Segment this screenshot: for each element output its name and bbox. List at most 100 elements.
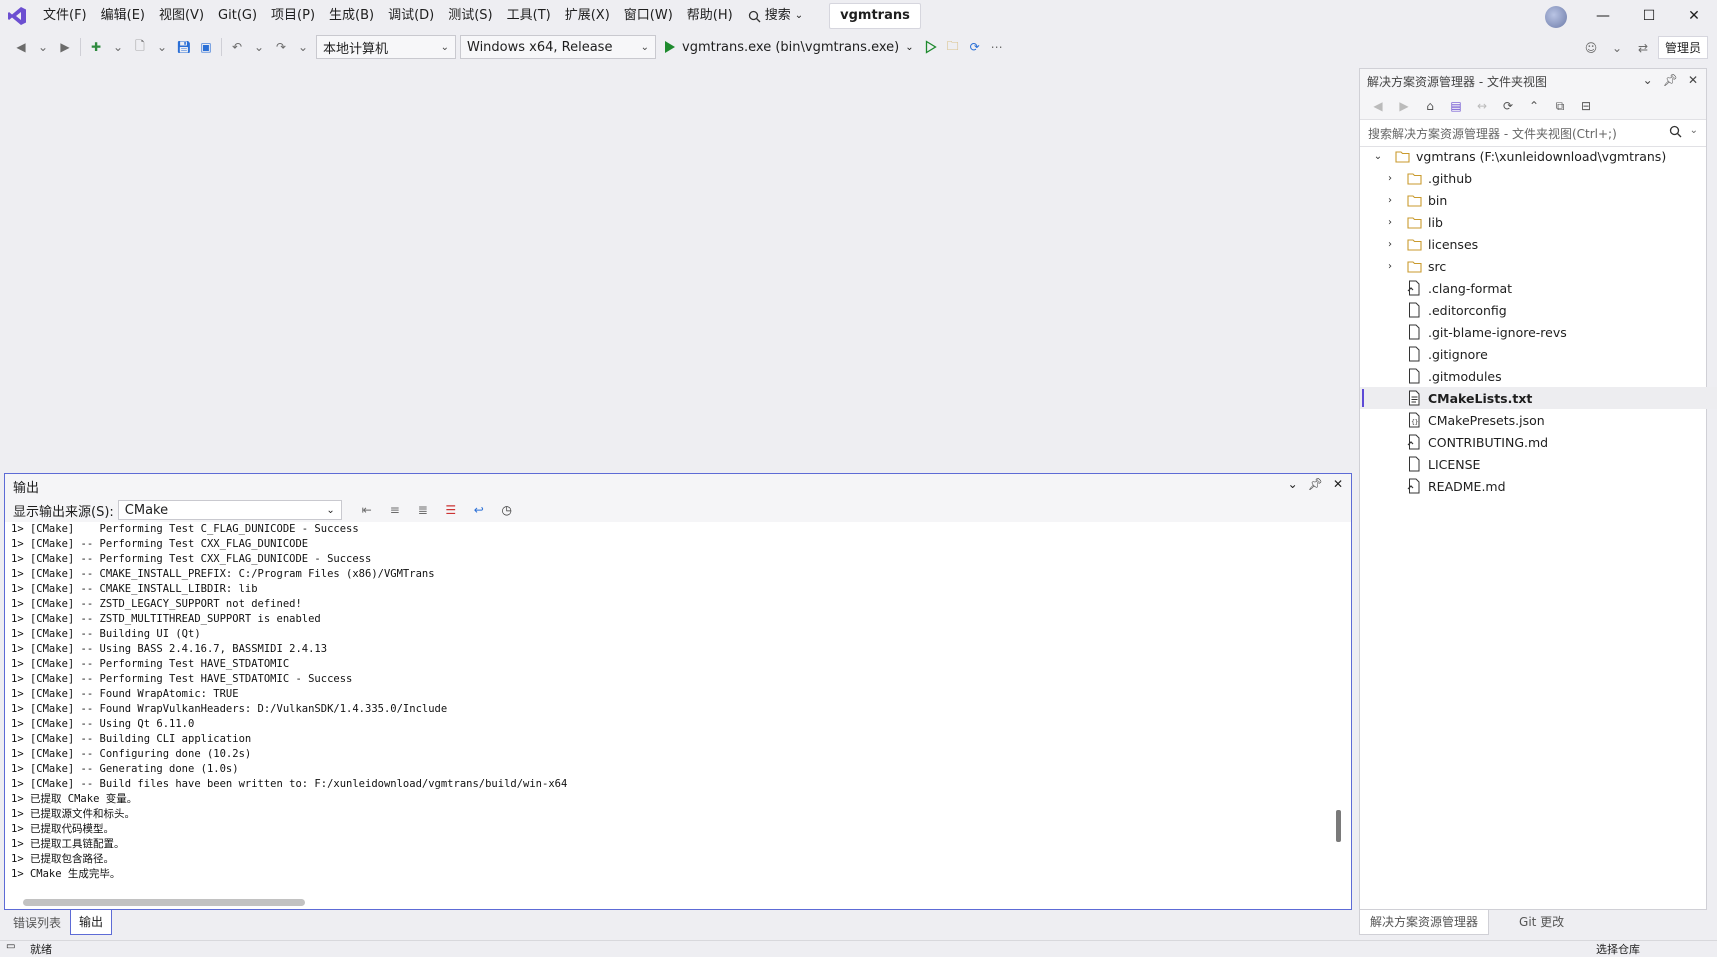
menu-item[interactable]: 视图(V) <box>152 3 211 29</box>
tree-folder[interactable]: › licenses <box>1360 233 1717 255</box>
word-wrap-icon[interactable]: ↩ <box>468 499 490 521</box>
new-project-dropdown[interactable]: ⌄ <box>107 36 129 58</box>
chevron-down-icon[interactable]: ⌄ <box>1690 125 1698 141</box>
previous-message-icon[interactable]: ≡ <box>384 499 406 521</box>
start-debugging-button[interactable]: vgmtrans.exe (bin\vgmtrans.exe) ⌄ <box>658 35 920 59</box>
close-icon[interactable]: ✕ <box>1333 477 1343 491</box>
chevron-right-icon[interactable]: › <box>1384 239 1396 250</box>
tab-git-changes[interactable]: Git 更改 <box>1489 910 1574 934</box>
new-project-button[interactable]: ✚ <box>85 36 107 58</box>
menu-item[interactable]: Git(G) <box>211 3 264 29</box>
tab-output[interactable]: 输出 <box>70 910 113 935</box>
horizontal-scrollbar[interactable] <box>23 899 305 906</box>
close-window-button[interactable]: ✕ <box>1671 0 1717 32</box>
navigate-forward-button[interactable]: ▶ <box>54 36 76 58</box>
chevron-right-icon[interactable]: › <box>1384 195 1396 206</box>
find-message-in-code-icon[interactable]: ⇤ <box>356 499 378 521</box>
menu-item[interactable]: 项目(P) <box>264 3 322 29</box>
menu-item[interactable]: 窗口(W) <box>617 3 680 29</box>
tree-file[interactable]: .gitignore <box>1360 343 1717 365</box>
start-without-debugging-button[interactable] <box>920 36 942 58</box>
output-line: 1> [CMake] -- Using BASS 2.4.16.7, BASSM… <box>11 643 328 655</box>
properties-icon[interactable]: ⊟ <box>1574 95 1598 117</box>
tree-folder[interactable]: › src <box>1360 255 1717 277</box>
tree-folder[interactable]: › bin <box>1360 189 1717 211</box>
menu-item[interactable]: 生成(B) <box>322 3 381 29</box>
output-text[interactable]: 1> [CMake] Performing Test C_FLAG_DUNICO… <box>11 522 1331 902</box>
menu-item[interactable]: 扩展(X) <box>558 3 617 29</box>
menu-item[interactable]: 测试(S) <box>441 3 499 29</box>
menu-item[interactable]: 帮助(H) <box>680 3 740 29</box>
forward-icon[interactable]: ▶ <box>1392 95 1416 117</box>
menu-item[interactable]: 调试(D) <box>381 3 441 29</box>
search-menu[interactable]: 搜索 ⌄ <box>740 3 811 29</box>
tree-file[interactable]: CMakeLists.txt <box>1360 387 1717 409</box>
timestamp-icon[interactable]: ◷ <box>496 499 518 521</box>
target-machine-select[interactable]: 本地计算机 ⌄ <box>316 35 456 59</box>
output-source-select[interactable]: CMake ⌄ <box>117 500 342 520</box>
tree-item-label: lib <box>1428 214 1443 230</box>
save-all-button[interactable]: ▣ <box>195 36 217 58</box>
open-file-dropdown[interactable]: ⌄ <box>151 36 173 58</box>
close-icon[interactable]: ✕ <box>1688 73 1698 87</box>
tree-file[interactable]: .clang-format <box>1360 277 1717 299</box>
window-position-dropdown-icon[interactable]: ⌄ <box>1288 477 1298 491</box>
configuration-value: Windows x64, Release <box>467 39 613 55</box>
tree-file[interactable]: README.md <box>1360 475 1717 497</box>
sync-icon[interactable]: ↔ <box>1470 95 1494 117</box>
output-line: 1> CMake 生成完毕。 <box>11 868 121 880</box>
menu-item[interactable]: 编辑(E) <box>94 3 152 29</box>
menu-item[interactable]: 文件(F) <box>36 3 94 29</box>
tab-error-list[interactable]: 错误列表 <box>4 910 70 936</box>
copilot-dropdown[interactable]: ⌄ <box>1606 37 1628 59</box>
copilot-button[interactable]: ☺ <box>1580 37 1602 59</box>
save-button[interactable]: 💾︎ <box>173 36 195 58</box>
live-share-button[interactable]: ⇄ <box>1632 37 1654 59</box>
output-line: 1> [CMake] -- Performing Test CXX_FLAG_D… <box>11 553 372 565</box>
open-folder-button[interactable]: 🗀 <box>942 36 964 58</box>
menu-item[interactable]: 工具(T) <box>500 3 558 29</box>
redo-dropdown[interactable]: ⌄ <box>292 36 314 58</box>
open-file-button[interactable]: 🗋 <box>129 36 151 58</box>
tree-root-folder[interactable]: ⌄ vgmtrans (F:\xunleidownload\vgmtrans) <box>1360 145 1717 167</box>
clear-all-icon[interactable]: ☰ <box>440 499 462 521</box>
pin-icon[interactable]: 📌︎ <box>1308 477 1323 491</box>
more-toolbar-button[interactable]: ⋯ <box>986 36 1008 58</box>
refresh-icon[interactable]: ⟳ <box>1496 95 1520 117</box>
tree-folder[interactable]: › .github <box>1360 167 1717 189</box>
select-repository-button[interactable]: 选择仓库 <box>1596 941 1640 957</box>
maximize-button[interactable]: ☐ <box>1626 0 1672 32</box>
collapse-all-icon[interactable]: ⌃ <box>1522 95 1546 117</box>
tree-folder[interactable]: › lib <box>1360 211 1717 233</box>
chevron-right-icon[interactable]: › <box>1384 261 1396 272</box>
tree-file[interactable]: .gitmodules <box>1360 365 1717 387</box>
tree-file[interactable]: {} CMakePresets.json <box>1360 409 1717 431</box>
hot-reload-button[interactable]: ⟳ <box>964 36 986 58</box>
tree-file[interactable]: LICENSE <box>1360 453 1717 475</box>
vertical-scrollbar[interactable] <box>1336 810 1341 842</box>
home-icon[interactable]: ⌂ <box>1418 95 1442 117</box>
tree-file[interactable]: CONTRIBUTING.md <box>1360 431 1717 453</box>
configuration-select[interactable]: Windows x64, Release ⌄ <box>460 35 656 59</box>
chevron-right-icon[interactable]: › <box>1384 173 1396 184</box>
show-all-files-icon[interactable]: ⧉ <box>1548 95 1572 117</box>
chevron-right-icon[interactable]: › <box>1384 217 1396 228</box>
navigate-back-button[interactable]: ◀ <box>10 36 32 58</box>
chevron-down-icon[interactable]: ⌄ <box>1372 151 1384 162</box>
solution-explorer-search[interactable]: 搜索解决方案资源管理器 - 文件夹视图(Ctrl+;) ⌄ <box>1360 119 1706 147</box>
back-icon[interactable]: ◀ <box>1366 95 1390 117</box>
undo-dropdown[interactable]: ⌄ <box>248 36 270 58</box>
switch-views-icon[interactable]: ▤ <box>1444 95 1468 117</box>
back-dropdown[interactable]: ⌄ <box>32 36 54 58</box>
undo-button[interactable]: ↶ <box>226 36 248 58</box>
tree-file[interactable]: .editorconfig <box>1360 299 1717 321</box>
tab-solution-explorer[interactable]: 解决方案资源管理器 <box>1359 910 1490 935</box>
tree-file[interactable]: .git-blame-ignore-revs <box>1360 321 1717 343</box>
window-position-dropdown-icon[interactable]: ⌄ <box>1643 73 1653 87</box>
pin-icon[interactable]: 📌︎ <box>1663 73 1678 87</box>
user-avatar[interactable] <box>1545 6 1567 28</box>
minimize-button[interactable]: — <box>1580 0 1626 32</box>
search-input[interactable]: 搜索解决方案资源管理器 - 文件夹视图(Ctrl+;) <box>1368 125 1617 142</box>
next-message-icon[interactable]: ≣ <box>412 499 434 521</box>
redo-button[interactable]: ↷ <box>270 36 292 58</box>
